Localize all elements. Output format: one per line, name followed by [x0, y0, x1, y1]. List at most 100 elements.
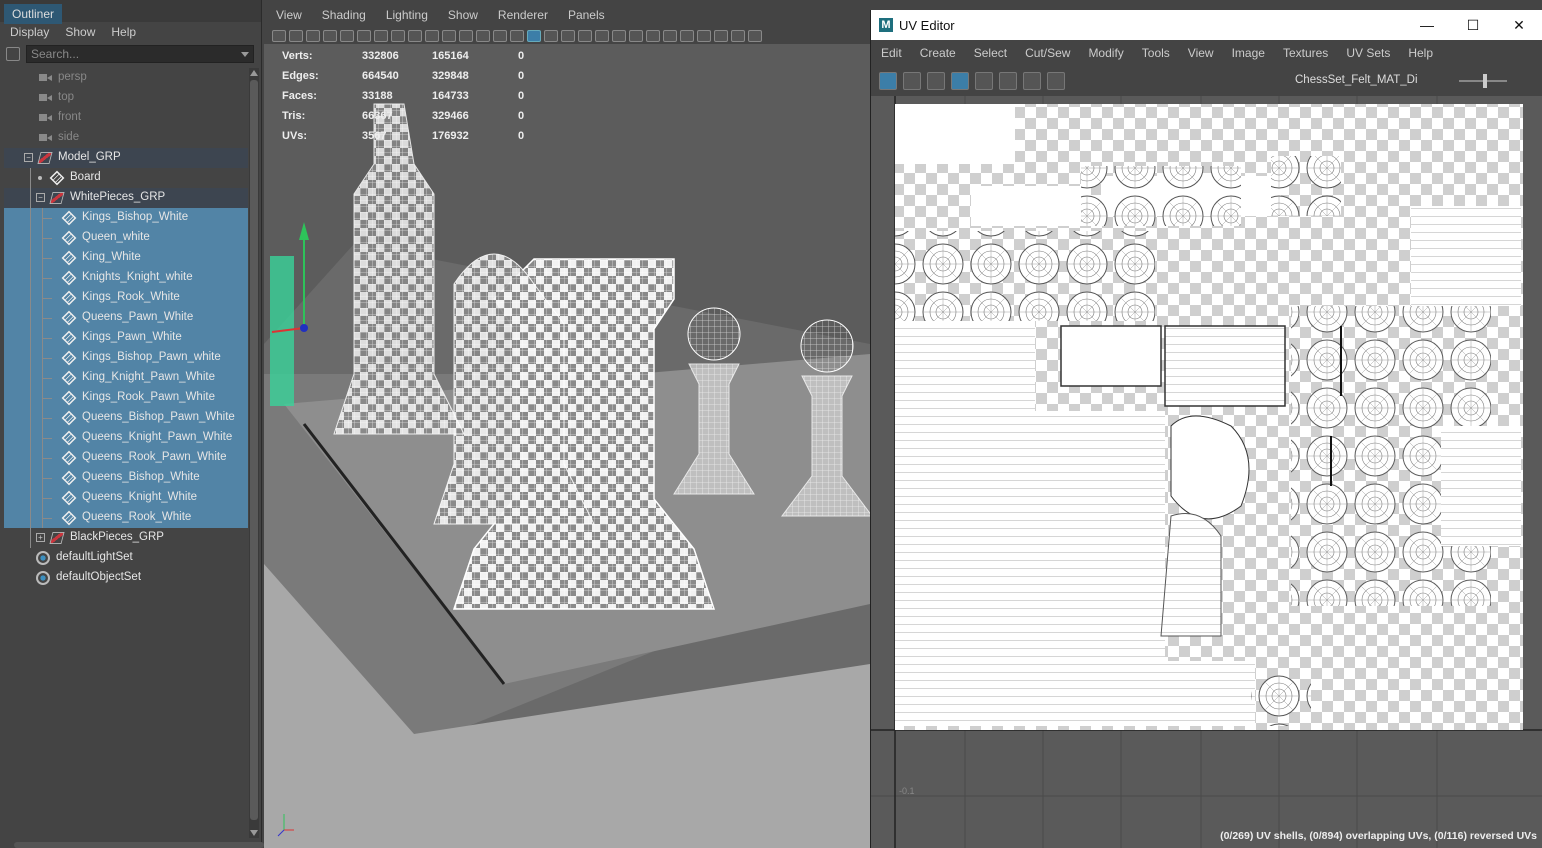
- close-icon[interactable]: ✕: [1496, 10, 1542, 40]
- default-material-icon[interactable]: [544, 30, 558, 42]
- menu-panels[interactable]: Panels: [568, 8, 605, 28]
- outliner-item[interactable]: Queen_white: [4, 228, 248, 248]
- uv-titlebar[interactable]: M UV Editor — ☐ ✕: [871, 10, 1542, 40]
- uv-menu-select[interactable]: Select: [974, 46, 1007, 60]
- outliner-item[interactable]: Board: [4, 168, 248, 188]
- safe-action-icon[interactable]: [476, 30, 490, 42]
- uv-distortion-icon[interactable]: [975, 72, 993, 90]
- hud-icon[interactable]: [748, 30, 762, 42]
- uv-canvas[interactable]: -0.1 (0/269) UV shells, (0/894) overlapp…: [871, 96, 1542, 848]
- outliner-item[interactable]: − WhitePieces_GRP: [4, 188, 248, 208]
- expand-toggle-icon[interactable]: −: [36, 193, 45, 202]
- scroll-thumb[interactable]: [250, 80, 258, 820]
- uv-menu-edit[interactable]: Edit: [881, 46, 902, 60]
- outliner-item[interactable]: Queens_Bishop_White: [4, 468, 248, 488]
- outliner-tab[interactable]: Outliner: [4, 4, 63, 24]
- outliner-item[interactable]: Knights_Knight_white: [4, 268, 248, 288]
- outliner-item[interactable]: Queens_Rook_White: [4, 508, 248, 528]
- uv-shaded-icon[interactable]: [951, 72, 969, 90]
- menu-lighting[interactable]: Lighting: [386, 8, 428, 28]
- uv-grid-toggle-icon[interactable]: [999, 72, 1017, 90]
- menu-show[interactable]: Show: [65, 25, 95, 39]
- minimize-icon[interactable]: —: [1404, 10, 1450, 40]
- motion-blur-icon[interactable]: [629, 30, 643, 42]
- outliner-scrollbar[interactable]: [249, 68, 259, 838]
- textured-icon[interactable]: [561, 30, 575, 42]
- field-chart-icon[interactable]: [459, 30, 473, 42]
- safe-title-icon[interactable]: [493, 30, 507, 42]
- grease-pencil-icon[interactable]: [374, 30, 388, 42]
- uv-menu-view[interactable]: View: [1188, 46, 1214, 60]
- wireframe-icon[interactable]: [510, 30, 524, 42]
- expand-toggle-icon[interactable]: +: [36, 533, 45, 542]
- outliner-item[interactable]: Queens_Pawn_White: [4, 308, 248, 328]
- outliner-item[interactable]: defaultLightSet: [4, 548, 248, 568]
- uv-menu-tools[interactable]: Tools: [1142, 46, 1170, 60]
- outliner-item[interactable]: Kings_Bishop_Pawn_white: [4, 348, 248, 368]
- outliner-item[interactable]: Kings_Rook_White: [4, 288, 248, 308]
- search-dropdown-icon[interactable]: [241, 52, 249, 57]
- xray-components-icon[interactable]: [731, 30, 745, 42]
- uv-menu-uv-sets[interactable]: UV Sets: [1346, 46, 1390, 60]
- grid-icon[interactable]: [391, 30, 405, 42]
- outliner-item[interactable]: − Model_GRP: [4, 148, 248, 168]
- outliner-item[interactable]: Queens_Knight_White: [4, 488, 248, 508]
- menu-display[interactable]: Display: [10, 25, 49, 39]
- texture-name[interactable]: ChessSet_Felt_MAT_Di: [1295, 74, 1418, 86]
- uv-menu-textures[interactable]: Textures: [1283, 46, 1328, 60]
- screen-space-ao-icon[interactable]: [612, 30, 626, 42]
- menu-show[interactable]: Show: [448, 8, 478, 28]
- smooth-shade-icon[interactable]: [527, 30, 541, 42]
- uv-select-shell-icon[interactable]: [879, 72, 897, 90]
- uv-select-face-icon[interactable]: [903, 72, 921, 90]
- select-camera-icon[interactable]: [272, 30, 286, 42]
- outliner-item[interactable]: King_Knight_Pawn_White: [4, 368, 248, 388]
- uv-select-vertex-icon[interactable]: [927, 72, 945, 90]
- bookmark-icon[interactable]: [323, 30, 337, 42]
- filter-icon[interactable]: [6, 47, 20, 61]
- image-plane-icon[interactable]: [340, 30, 354, 42]
- outliner-item[interactable]: King_White: [4, 248, 248, 268]
- uv-snapshot-icon[interactable]: [1047, 72, 1065, 90]
- outliner-item[interactable]: front: [4, 108, 248, 128]
- outliner-item[interactable]: Queens_Bishop_Pawn_White: [4, 408, 248, 428]
- outliner-item[interactable]: Queens_Knight_Pawn_White: [4, 428, 248, 448]
- outliner-item[interactable]: + BlackPieces_GRP: [4, 528, 248, 548]
- uv-menu-image[interactable]: Image: [1232, 46, 1265, 60]
- uv-grid[interactable]: [871, 96, 1542, 848]
- xray-icon[interactable]: [697, 30, 711, 42]
- menu-help[interactable]: Help: [111, 25, 136, 39]
- depth-of-field-icon[interactable]: [663, 30, 677, 42]
- viewport-panel[interactable]: View Shading Lighting Show Renderer Pane…: [264, 0, 870, 848]
- scroll-up-icon[interactable]: [250, 70, 258, 76]
- uv-menu-cut-sew[interactable]: Cut/Sew: [1025, 46, 1070, 60]
- viewport-scene[interactable]: [264, 44, 870, 848]
- resolution-gate-icon[interactable]: [425, 30, 439, 42]
- outliner-hscrollbar[interactable]: [14, 842, 264, 848]
- camera-attributes-icon[interactable]: [306, 30, 320, 42]
- outliner-item[interactable]: Kings_Bishop_White: [4, 208, 248, 228]
- outliner-item[interactable]: persp: [4, 68, 248, 88]
- maximize-icon[interactable]: ☐: [1450, 10, 1496, 40]
- shadows-icon[interactable]: [595, 30, 609, 42]
- outliner-item[interactable]: top: [4, 88, 248, 108]
- lock-camera-icon[interactable]: [289, 30, 303, 42]
- uv-menu-modify[interactable]: Modify: [1088, 46, 1123, 60]
- menu-renderer[interactable]: Renderer: [498, 8, 548, 28]
- outliner-item[interactable]: Queens_Rook_Pawn_White: [4, 448, 248, 468]
- uv-menu-create[interactable]: Create: [920, 46, 956, 60]
- film-gate-icon[interactable]: [408, 30, 422, 42]
- two-d-pan-icon[interactable]: [357, 30, 371, 42]
- multisample-aa-icon[interactable]: [646, 30, 660, 42]
- gate-mask-icon[interactable]: [442, 30, 456, 42]
- xray-joints-icon[interactable]: [714, 30, 728, 42]
- menu-shading[interactable]: Shading: [322, 8, 366, 28]
- use-all-lights-icon[interactable]: [578, 30, 592, 42]
- search-input[interactable]: Search...: [26, 45, 254, 63]
- scroll-down-icon[interactable]: [250, 830, 258, 836]
- outliner-item[interactable]: Kings_Rook_Pawn_White: [4, 388, 248, 408]
- outliner-item[interactable]: defaultObjectSet: [4, 568, 248, 588]
- menu-view[interactable]: View: [276, 8, 302, 28]
- outliner-item[interactable]: Kings_Pawn_White: [4, 328, 248, 348]
- texture-brightness-slider[interactable]: [1459, 74, 1507, 88]
